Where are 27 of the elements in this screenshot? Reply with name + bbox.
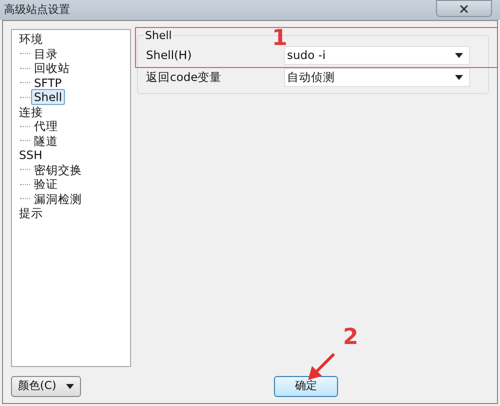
tree-item[interactable]: 提示	[16, 205, 46, 222]
caret-icon	[66, 384, 74, 388]
group-title: Shell	[144, 30, 173, 42]
color-button[interactable]: 颜色(C)	[11, 376, 81, 396]
tree-item[interactable]: SFTP	[31, 74, 65, 91]
close-button[interactable]	[436, 0, 492, 17]
tree-item[interactable]: 验证	[31, 176, 61, 192]
tree-item[interactable]: 回收站	[31, 60, 73, 76]
caret-icon	[455, 75, 463, 80]
tree-item[interactable]: 目录	[31, 46, 61, 62]
tree-item[interactable]: 连接	[16, 104, 46, 120]
tree-item[interactable]: 密钥交换	[31, 162, 85, 178]
tree-item[interactable]: 漏洞检测	[31, 190, 85, 207]
ok-button[interactable]: 确定	[274, 376, 338, 396]
annotation-number: 2	[343, 326, 358, 350]
caret-icon	[455, 53, 463, 58]
close-icon	[458, 2, 470, 14]
field-label: 返回code变量	[145, 68, 223, 86]
window-title: 高级站点设置	[4, 2, 70, 18]
tree-item[interactable]: Shell	[31, 89, 66, 106]
dropdown[interactable]: 自动侦测	[284, 68, 470, 87]
tree-item[interactable]: 环境	[16, 31, 46, 48]
tree-item[interactable]: 代理	[31, 118, 61, 134]
tree-item[interactable]: 隧道	[31, 132, 61, 149]
tree-item[interactable]: SSH	[16, 147, 46, 164]
dropdown[interactable]: sudo -i	[284, 46, 470, 65]
field-label: Shell(H)	[145, 46, 193, 64]
